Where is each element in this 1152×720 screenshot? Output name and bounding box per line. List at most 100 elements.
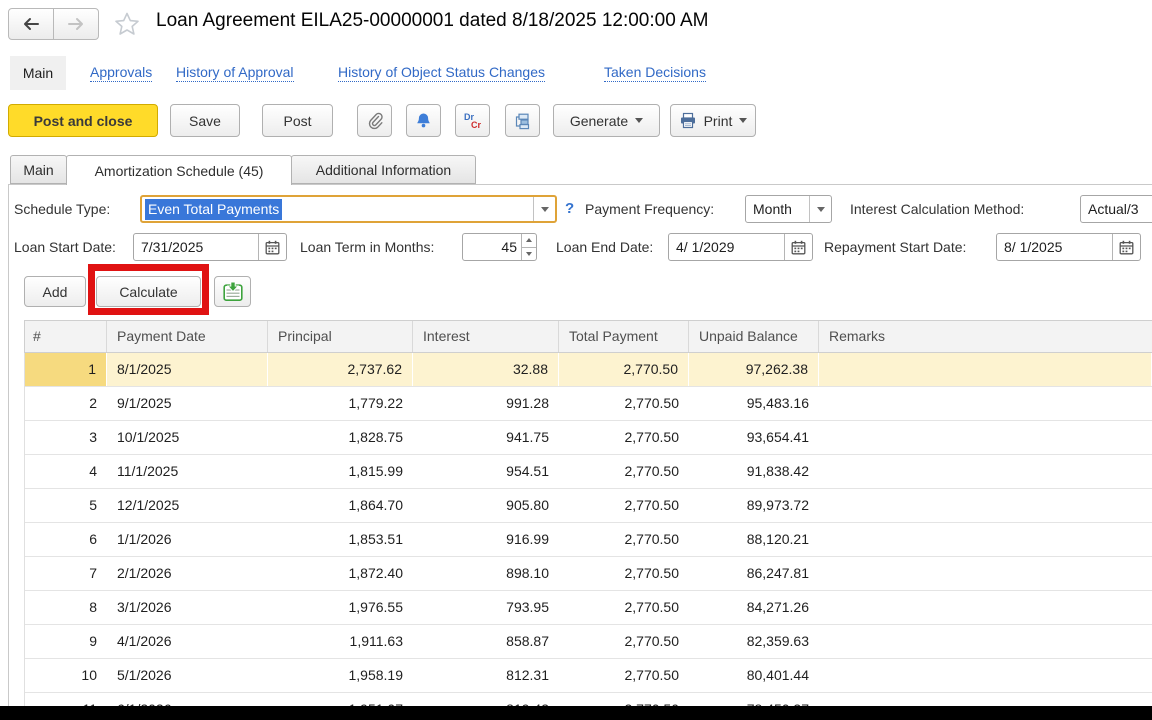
table-cell-remarks[interactable]	[819, 489, 1152, 522]
table-cell-payment_date[interactable]: 3/1/2026	[107, 591, 268, 624]
repayment-start-date-calendar-button[interactable]	[1112, 234, 1140, 260]
table-cell-payment_date[interactable]: 11/1/2025	[107, 455, 268, 488]
table-cell-interest[interactable]: 905.80	[413, 489, 559, 522]
table-cell-num[interactable]: 9	[25, 625, 107, 658]
nav-tab-history-of-approval[interactable]: History of Approval	[176, 64, 294, 82]
loan-end-date-input[interactable]: 4/ 1/2029	[668, 233, 813, 261]
nav-tab-approvals[interactable]: Approvals	[90, 64, 152, 82]
forward-button[interactable]	[53, 8, 99, 40]
column-header-num[interactable]: #	[25, 321, 107, 352]
column-header-remarks[interactable]: Remarks	[819, 321, 1152, 352]
table-cell-remarks[interactable]	[819, 523, 1152, 556]
table-cell-principal[interactable]: 1,958.19	[268, 659, 413, 692]
tab-main[interactable]: Main	[10, 155, 67, 184]
table-cell-unpaid_balance[interactable]: 89,973.72	[689, 489, 819, 522]
table-row[interactable]: 29/1/20251,779.22991.282,770.5095,483.16	[25, 387, 1152, 421]
spinner-up-button[interactable]	[522, 234, 536, 248]
dr-cr-entries-button[interactable]: DrCr	[455, 104, 490, 137]
table-cell-principal[interactable]: 1,815.99	[268, 455, 413, 488]
reminder-button[interactable]	[406, 104, 441, 137]
table-cell-remarks[interactable]	[819, 659, 1152, 692]
table-cell-unpaid_balance[interactable]: 93,654.41	[689, 421, 819, 454]
loan-start-date-calendar-button[interactable]	[258, 234, 286, 260]
back-button[interactable]	[8, 8, 54, 40]
post-button[interactable]: Post	[262, 104, 333, 137]
table-cell-num[interactable]: 7	[25, 557, 107, 590]
table-cell-payment_date[interactable]: 5/1/2026	[107, 659, 268, 692]
table-cell-total_payment[interactable]: 2,770.50	[559, 421, 689, 454]
table-cell-total_payment[interactable]: 2,770.50	[559, 591, 689, 624]
table-cell-interest[interactable]: 916.99	[413, 523, 559, 556]
table-row[interactable]: 310/1/20251,828.75941.752,770.5093,654.4…	[25, 421, 1152, 455]
table-cell-payment_date[interactable]: 1/1/2026	[107, 523, 268, 556]
table-cell-unpaid_balance[interactable]: 88,120.21	[689, 523, 819, 556]
payment-frequency-input[interactable]: Month	[745, 195, 832, 223]
table-cell-interest[interactable]: 991.28	[413, 387, 559, 420]
schedule-type-input[interactable]: Even Total Payments	[140, 195, 557, 223]
table-cell-principal[interactable]: 1,911.63	[268, 625, 413, 658]
help-icon[interactable]: ?	[565, 195, 574, 223]
table-cell-unpaid_balance[interactable]: 80,401.44	[689, 659, 819, 692]
nav-tab-history-of-object-status-changes[interactable]: History of Object Status Changes	[338, 64, 545, 82]
table-cell-payment_date[interactable]: 9/1/2025	[107, 387, 268, 420]
loan-term-input[interactable]: 45	[462, 233, 537, 261]
generate-button[interactable]: Generate	[553, 104, 660, 137]
table-cell-total_payment[interactable]: 2,770.50	[559, 489, 689, 522]
save-button[interactable]: Save	[170, 104, 240, 137]
table-cell-payment_date[interactable]: 8/1/2025	[107, 353, 268, 386]
table-cell-num[interactable]: 3	[25, 421, 107, 454]
table-cell-principal[interactable]: 2,737.62	[268, 353, 413, 386]
nav-tab-taken-decisions[interactable]: Taken Decisions	[604, 64, 706, 82]
table-cell-principal[interactable]: 1,853.51	[268, 523, 413, 556]
table-row[interactable]: 83/1/20261,976.55793.952,770.5084,271.26	[25, 591, 1152, 625]
table-cell-num[interactable]: 4	[25, 455, 107, 488]
table-cell-num[interactable]: 10	[25, 659, 107, 692]
table-cell-interest[interactable]: 812.31	[413, 659, 559, 692]
table-cell-num[interactable]: 5	[25, 489, 107, 522]
column-header-interest[interactable]: Interest	[413, 321, 559, 352]
print-button[interactable]: Print	[670, 104, 756, 137]
table-row[interactable]: 94/1/20261,911.63858.872,770.5082,359.63	[25, 625, 1152, 659]
table-cell-unpaid_balance[interactable]: 95,483.16	[689, 387, 819, 420]
table-cell-remarks[interactable]	[819, 455, 1152, 488]
attachments-button[interactable]	[357, 104, 392, 137]
table-row[interactable]: 512/1/20251,864.70905.802,770.5089,973.7…	[25, 489, 1152, 523]
table-cell-total_payment[interactable]: 2,770.50	[559, 387, 689, 420]
table-row[interactable]: 105/1/20261,958.19812.312,770.5080,401.4…	[25, 659, 1152, 693]
table-cell-remarks[interactable]	[819, 387, 1152, 420]
tab-amortization-schedule[interactable]: Amortization Schedule (45)	[66, 155, 292, 185]
repayment-start-date-input[interactable]: 8/ 1/2025	[996, 233, 1141, 261]
table-cell-unpaid_balance[interactable]: 84,271.26	[689, 591, 819, 624]
table-cell-principal[interactable]: 1,872.40	[268, 557, 413, 590]
schedule-type-dropdown-button[interactable]	[533, 197, 555, 221]
loan-start-date-input[interactable]: 7/31/2025	[133, 233, 287, 261]
table-cell-num[interactable]: 2	[25, 387, 107, 420]
table-cell-total_payment[interactable]: 2,770.50	[559, 353, 689, 386]
table-cell-total_payment[interactable]: 2,770.50	[559, 523, 689, 556]
interest-calculation-method-input[interactable]: Actual/3	[1080, 195, 1152, 223]
table-cell-num[interactable]: 6	[25, 523, 107, 556]
add-button[interactable]: Add	[24, 276, 86, 307]
table-cell-payment_date[interactable]: 10/1/2025	[107, 421, 268, 454]
table-cell-interest[interactable]: 941.75	[413, 421, 559, 454]
table-cell-interest[interactable]: 898.10	[413, 557, 559, 590]
table-cell-remarks[interactable]	[819, 625, 1152, 658]
table-cell-payment_date[interactable]: 2/1/2026	[107, 557, 268, 590]
table-cell-remarks[interactable]	[819, 591, 1152, 624]
loan-end-date-calendar-button[interactable]	[784, 234, 812, 260]
spinner-down-button[interactable]	[522, 248, 536, 261]
nav-tab-main[interactable]: Main	[10, 56, 66, 90]
table-cell-num[interactable]: 8	[25, 591, 107, 624]
related-documents-button[interactable]	[505, 104, 540, 137]
column-header-total-payment[interactable]: Total Payment	[559, 321, 689, 352]
table-cell-remarks[interactable]	[819, 421, 1152, 454]
table-cell-unpaid_balance[interactable]: 82,359.63	[689, 625, 819, 658]
table-cell-payment_date[interactable]: 4/1/2026	[107, 625, 268, 658]
column-header-payment-date[interactable]: Payment Date	[107, 321, 268, 352]
table-cell-principal[interactable]: 1,976.55	[268, 591, 413, 624]
table-row[interactable]: 61/1/20261,853.51916.992,770.5088,120.21	[25, 523, 1152, 557]
table-cell-interest[interactable]: 32.88	[413, 353, 559, 386]
payment-frequency-dropdown-button[interactable]	[809, 196, 831, 222]
table-cell-principal[interactable]: 1,779.22	[268, 387, 413, 420]
table-cell-principal[interactable]: 1,828.75	[268, 421, 413, 454]
